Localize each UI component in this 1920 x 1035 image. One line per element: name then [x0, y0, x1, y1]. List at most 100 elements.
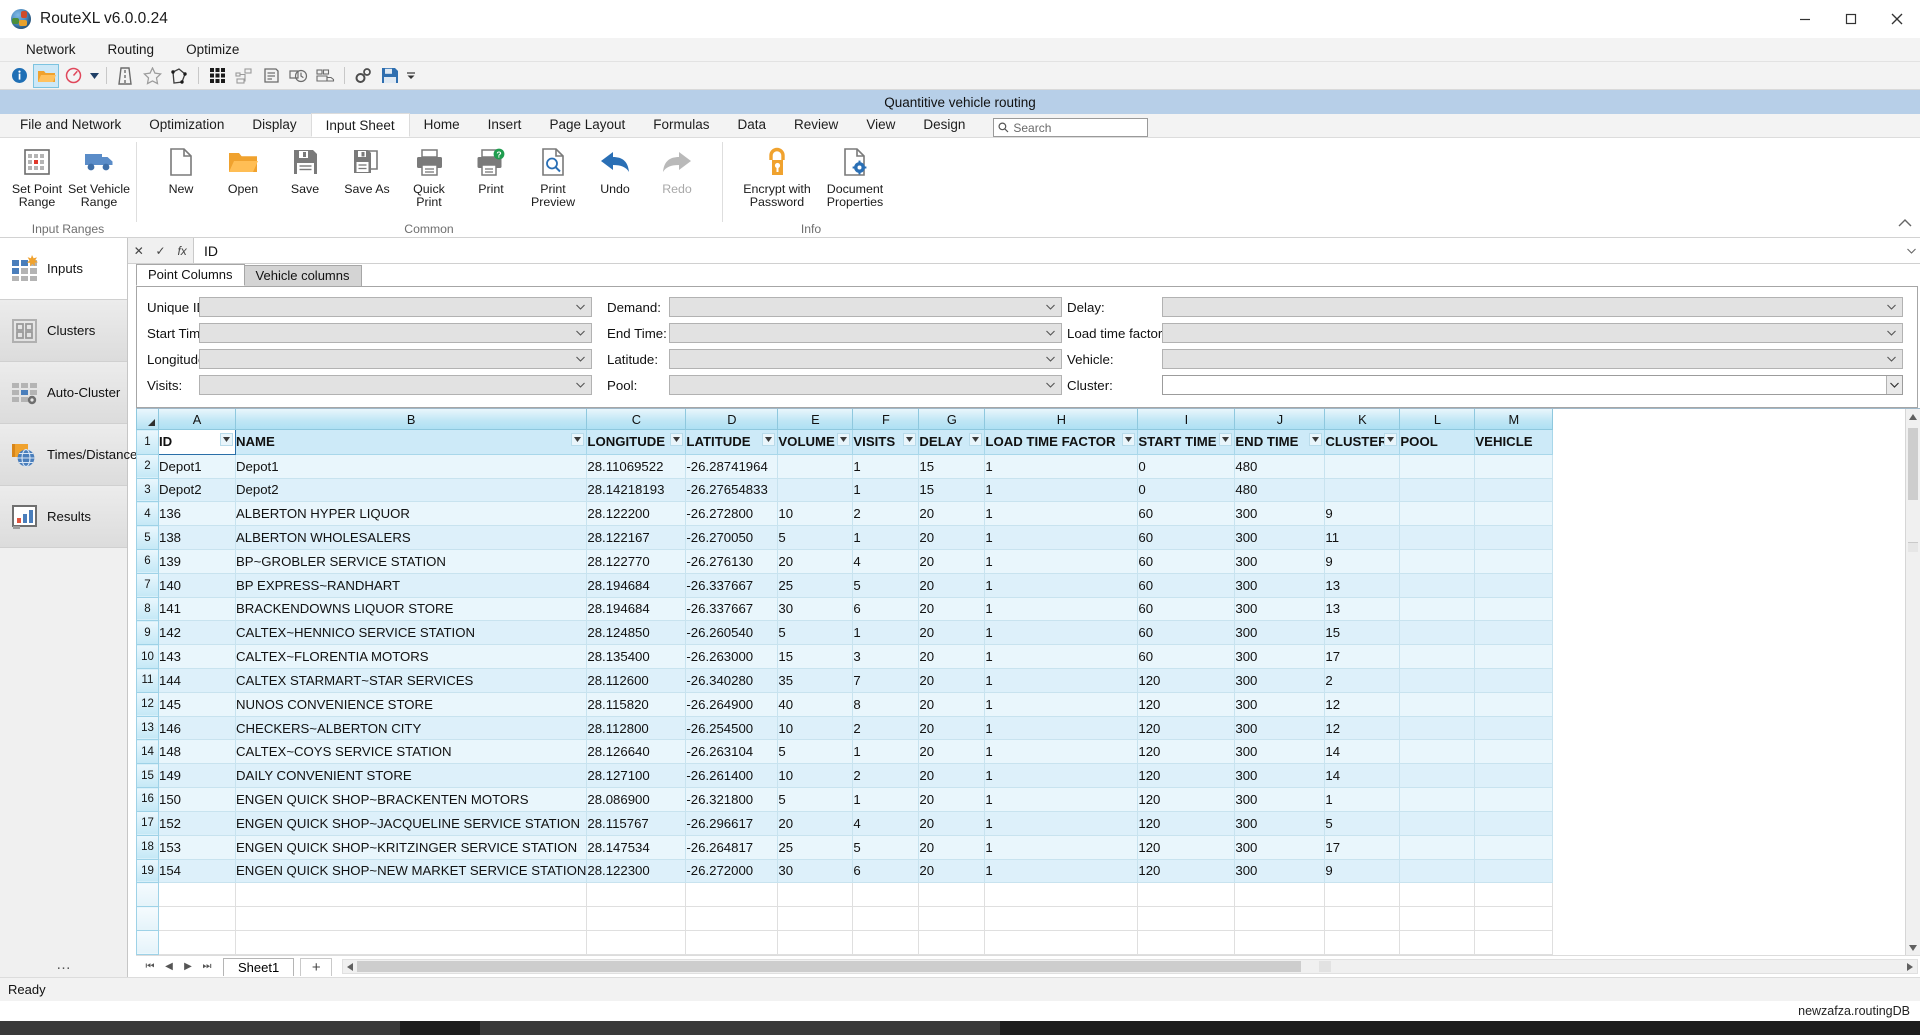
table-cell[interactable]: 143 — [158, 644, 236, 669]
table-cell[interactable]: 1 — [984, 668, 1139, 693]
table-cell[interactable]: 28.126640 — [586, 739, 687, 765]
table-row-empty[interactable] — [136, 882, 1554, 908]
scroll-up-icon[interactable] — [1906, 409, 1920, 424]
document-properties-button[interactable]: Document Properties — [816, 140, 894, 208]
new-button[interactable]: New — [150, 140, 212, 196]
tab-optimization[interactable]: Optimization — [135, 113, 238, 137]
table-cell[interactable]: 5 — [852, 835, 920, 860]
table-row[interactable]: 18 153 ENGEN QUICK SHOP~KRITZINGER SERVICE… — [136, 834, 1554, 860]
table-cell[interactable]: 28.115767 — [586, 811, 687, 836]
table-cell[interactable] — [984, 882, 1139, 908]
tab-display[interactable]: Display — [238, 113, 310, 137]
scroll-down-icon[interactable] — [1906, 940, 1920, 955]
table-cell[interactable] — [685, 906, 779, 931]
column-header-cell[interactable]: VISITS — [852, 429, 920, 455]
table-cell[interactable]: CHECKERS~ALBERTON CITY — [235, 716, 588, 741]
table-cell[interactable]: Depot1 — [235, 454, 588, 479]
save-disk-icon[interactable] — [377, 64, 403, 88]
table-cell[interactable]: 12 — [1324, 716, 1401, 741]
table-cell[interactable] — [1399, 525, 1476, 550]
table-cell[interactable]: 2 — [852, 501, 920, 527]
table-cell[interactable]: 1 — [984, 692, 1139, 717]
longitude-select[interactable] — [199, 349, 592, 369]
row-header[interactable]: 4 — [136, 501, 159, 527]
table-cell[interactable]: ENGEN QUICK SHOP~BRACKENTEN MOTORS — [235, 787, 588, 812]
table-cell[interactable]: 1 — [984, 716, 1139, 741]
table-cell[interactable] — [1474, 597, 1554, 622]
table-cell[interactable]: 152 — [158, 811, 236, 836]
table-cell[interactable]: CALTEX~FLORENTIA MOTORS — [235, 644, 588, 669]
table-cell[interactable]: 20 — [918, 644, 986, 669]
table-cell[interactable] — [1474, 859, 1554, 884]
sheet-tab-sheet1[interactable]: Sheet1 — [223, 957, 295, 976]
table-cell[interactable]: 1 — [984, 859, 1139, 884]
table-cell[interactable]: 120 — [1137, 811, 1236, 836]
table-cell[interactable] — [1324, 882, 1401, 908]
table-row[interactable]: 14 148 CALTEX~COYS SERVICE STATION 28.12664… — [136, 739, 1554, 765]
undo-button[interactable]: Undo — [584, 140, 646, 196]
latitude-select[interactable] — [669, 349, 1062, 369]
row-header[interactable]: 9 — [136, 620, 159, 646]
table-cell[interactable] — [852, 882, 920, 908]
table-cell[interactable] — [1399, 668, 1476, 693]
table-cell[interactable]: DAILY CONVENIENT STORE — [235, 763, 588, 789]
table-cell[interactable]: 20 — [777, 811, 854, 836]
table-cell[interactable]: CALTEX~COYS SERVICE STATION — [235, 739, 588, 765]
row-header[interactable]: 3 — [136, 477, 159, 503]
table-cell[interactable]: -26.340280 — [685, 668, 779, 693]
table-cell[interactable]: 141 — [158, 597, 236, 622]
table-cell[interactable]: ENGEN QUICK SHOP~KRITZINGER SERVICE STAT… — [235, 835, 588, 860]
row-header[interactable]: 17 — [136, 810, 159, 836]
table-cell[interactable]: 15 — [918, 478, 986, 503]
column-header-cell[interactable]: LATITUDE — [685, 429, 779, 455]
table-cell[interactable]: 20 — [777, 549, 854, 574]
pool-select[interactable] — [669, 375, 1062, 395]
tab-vehicle-columns[interactable]: Vehicle columns — [243, 265, 362, 286]
table-cell[interactable]: 20 — [918, 692, 986, 717]
table-cell[interactable]: 28.124850 — [586, 620, 687, 646]
table-cell[interactable] — [586, 930, 687, 955]
open-folder-icon[interactable] — [33, 63, 59, 88]
table-cell[interactable] — [1399, 763, 1476, 789]
vertical-scrollbar[interactable] — [1905, 409, 1920, 955]
table-cell[interactable] — [1399, 739, 1476, 765]
table-cell[interactable] — [1399, 692, 1476, 717]
table-cell[interactable] — [1399, 549, 1476, 574]
table-cell[interactable] — [1474, 501, 1554, 527]
table-cell[interactable]: 60 — [1137, 597, 1236, 622]
table-cell[interactable] — [1474, 882, 1554, 908]
table-cell[interactable]: 1 — [984, 597, 1139, 622]
close-button[interactable] — [1874, 0, 1920, 38]
table-cell[interactable]: 20 — [918, 811, 986, 836]
table-cell[interactable] — [1399, 811, 1476, 836]
select-all-corner[interactable] — [136, 409, 159, 431]
visits-select[interactable] — [199, 375, 592, 395]
table-cell[interactable] — [1324, 906, 1401, 931]
table-row[interactable]: 12 145 NUNOS CONVENIENCE STORE 28.115820 -26… — [136, 691, 1554, 717]
split-grip[interactable] — [1908, 542, 1918, 552]
column-header-cell[interactable]: START TIME — [1137, 429, 1236, 455]
column-header-cell[interactable]: LONGITUDE — [586, 429, 687, 455]
table-cell[interactable]: -26.264817 — [685, 835, 779, 860]
table-row[interactable]: 16 150 ENGEN QUICK SHOP~BRACKENTEN MOTORS 2… — [136, 787, 1554, 812]
table-cell[interactable]: ALBERTON WHOLESALERS — [235, 525, 588, 550]
menu-optimize[interactable]: Optimize — [170, 38, 255, 62]
table-cell[interactable] — [1324, 478, 1401, 503]
scroll-left-icon[interactable] — [343, 960, 357, 973]
table-cell[interactable]: 20 — [918, 716, 986, 741]
tab-page-layout[interactable]: Page Layout — [535, 113, 639, 137]
filter-dropdown-icon[interactable] — [1122, 433, 1136, 447]
table-cell[interactable]: 28.115820 — [586, 692, 687, 717]
vertical-scroll-thumb[interactable] — [1908, 428, 1918, 500]
quick-print-button[interactable]: Quick Print — [398, 140, 460, 208]
table-cell[interactable]: 60 — [1137, 620, 1236, 646]
table-row[interactable]: 15 149 DAILY CONVENIENT STORE 28.127100 -26.… — [136, 763, 1554, 789]
vehicle-select[interactable] — [1162, 349, 1903, 369]
table-cell[interactable] — [1474, 525, 1554, 550]
search-input[interactable]: Search — [993, 118, 1149, 137]
demand-select[interactable] — [669, 297, 1062, 317]
grid-matrix-icon[interactable] — [204, 64, 230, 88]
table-cell[interactable] — [918, 882, 986, 908]
column-letter-f[interactable]: F — [852, 409, 920, 431]
table-cell[interactable]: 28.112600 — [586, 668, 687, 693]
